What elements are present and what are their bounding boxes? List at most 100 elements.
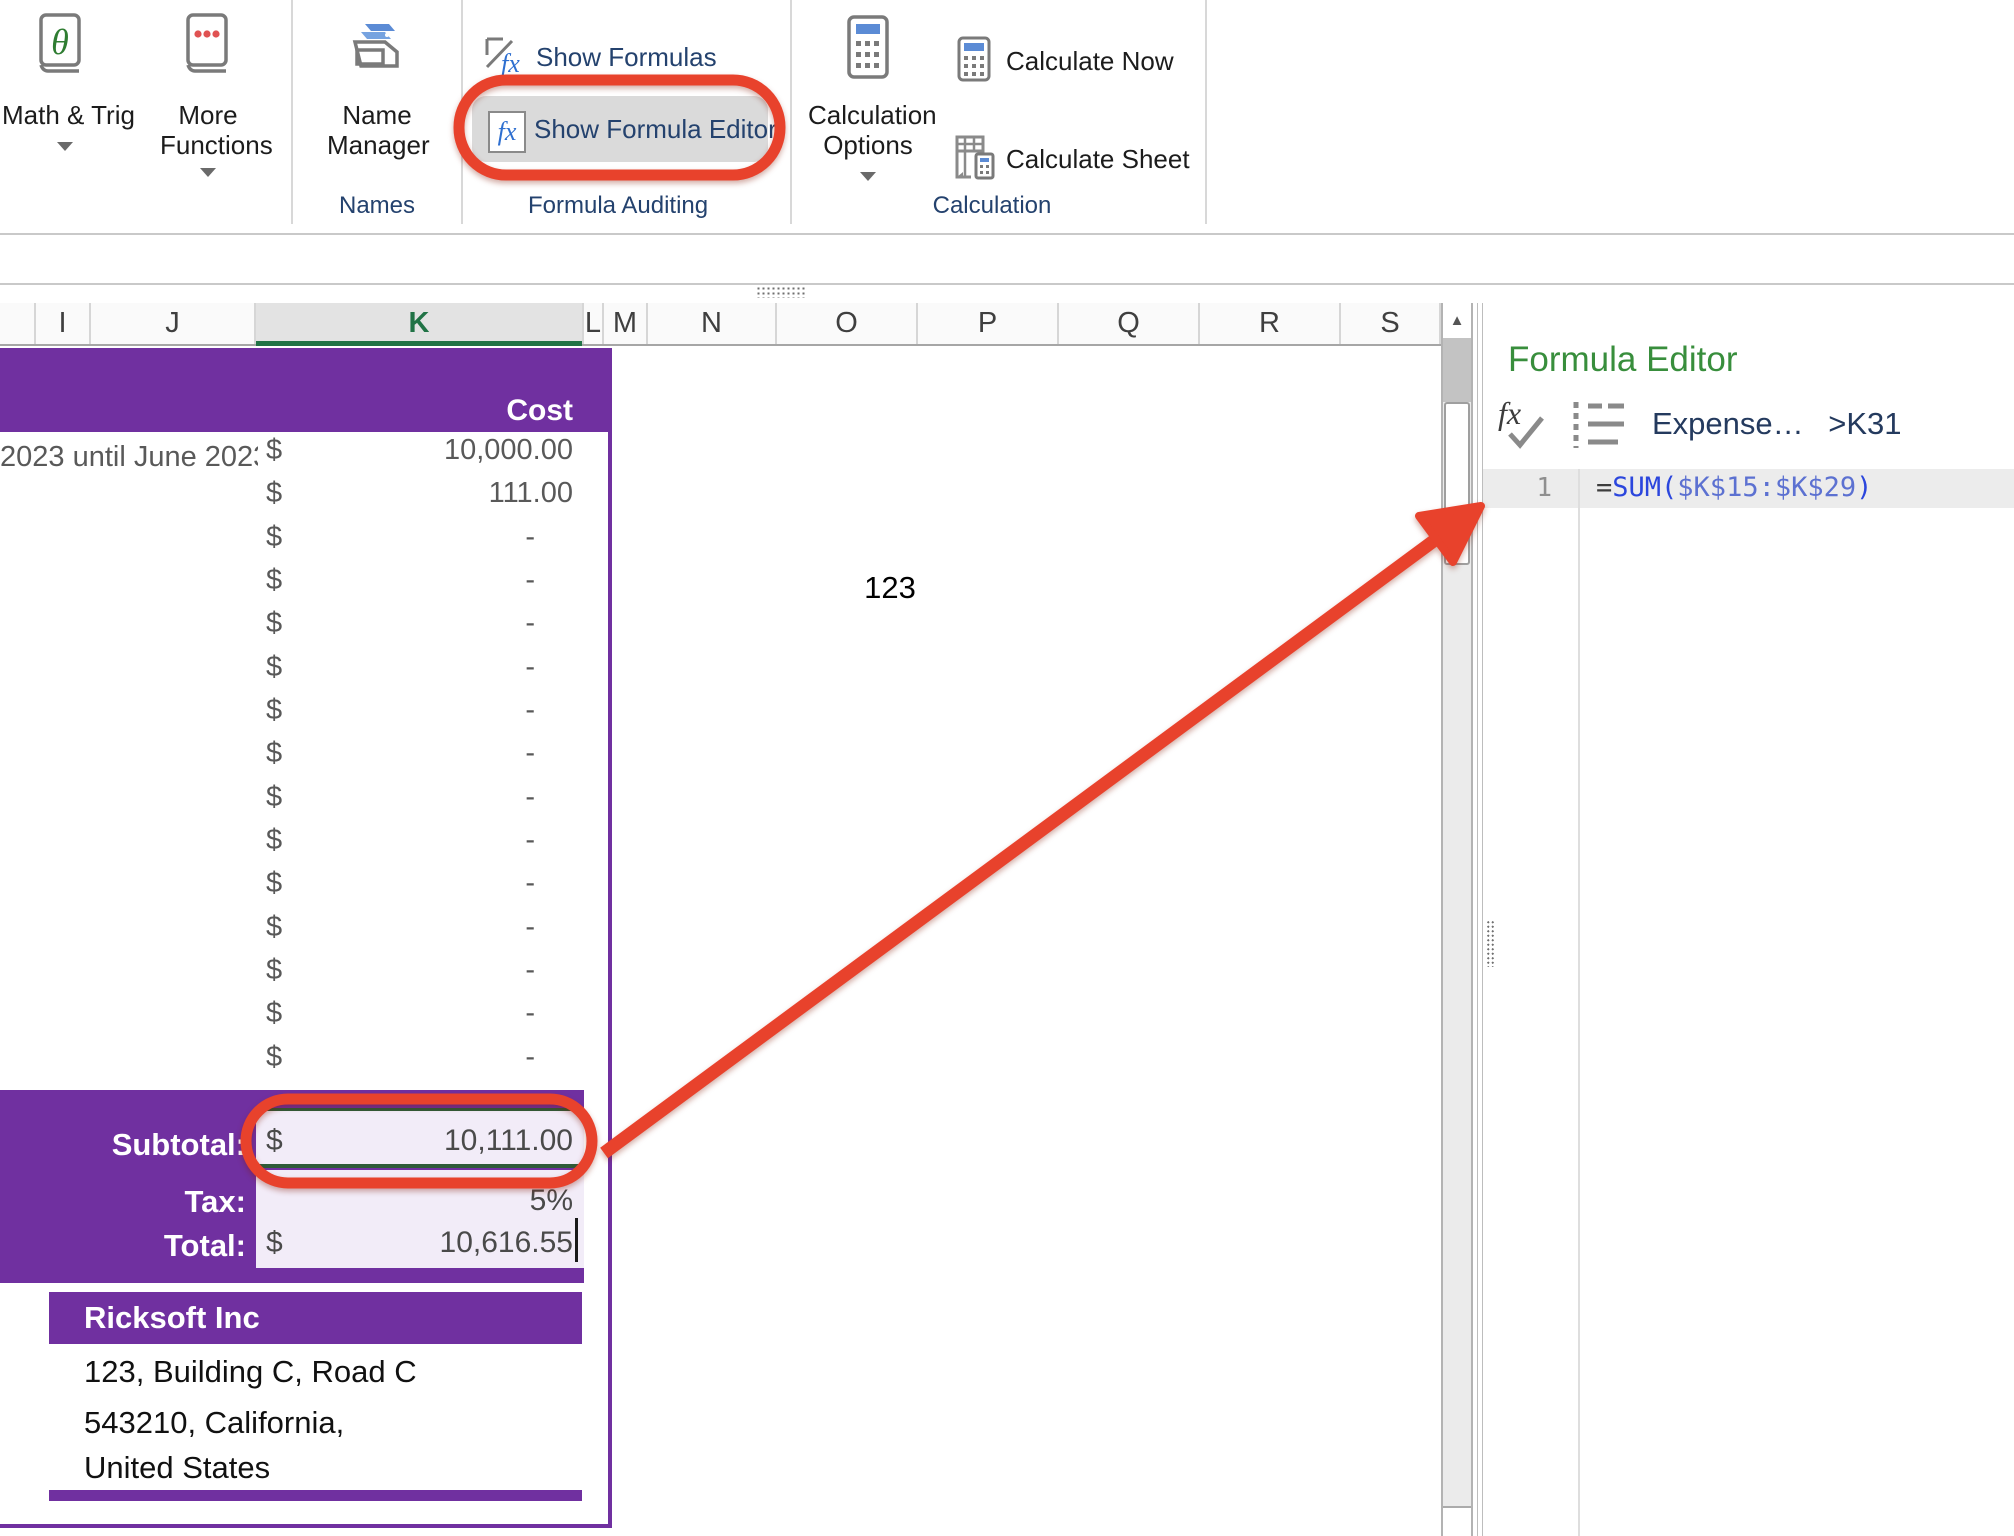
math-trig-icon: θ: [36, 12, 84, 83]
calculation-options-button[interactable]: Calculation Options: [808, 6, 928, 192]
show-formulas-icon: fx: [484, 36, 524, 81]
formula-bar-border: [0, 283, 2014, 285]
row-cost-value: -: [256, 1041, 535, 1074]
scrollbar-thumb[interactable]: [1444, 402, 1470, 565]
column-header-O[interactable]: O: [777, 303, 918, 344]
scrollbar-track-upper[interactable]: [1443, 338, 1471, 402]
tax-label: Tax:: [0, 1184, 246, 1218]
cost-row[interactable]: $-: [0, 911, 612, 954]
calculation-options-icon: [845, 14, 891, 85]
cost-row[interactable]: $10,000.00: [0, 434, 612, 477]
math-trig-button[interactable]: θ Math & Trig: [20, 6, 110, 176]
row-cost-value: -: [256, 607, 535, 640]
cost-row[interactable]: $-: [0, 694, 612, 737]
formula-function: SUM(: [1612, 472, 1677, 503]
show-formulas-button[interactable]: fx Show Formulas: [480, 32, 720, 82]
scrollbar-up-button[interactable]: ▲: [1443, 303, 1471, 340]
sheet-name-truncated: Expense…: [1652, 406, 1804, 441]
show-formula-editor-button[interactable]: fx Show Formula Editor: [472, 96, 768, 162]
cost-row[interactable]: $-: [0, 824, 612, 867]
company-address-line3: United States: [84, 1450, 270, 1486]
name-manager-icon: [351, 16, 403, 77]
cost-row[interactable]: $-: [0, 954, 612, 997]
cost-row[interactable]: $-: [0, 737, 612, 780]
column-header-J[interactable]: J: [91, 303, 256, 344]
panel-divider-line: [1477, 303, 1478, 1536]
ribbon-divider: [1205, 0, 1207, 224]
svg-text:fx: fx: [501, 49, 520, 76]
column-header-N[interactable]: N: [648, 303, 777, 344]
selected-column-underline: [256, 341, 582, 346]
calculate-sheet-button[interactable]: Calculate Sheet: [952, 132, 1192, 184]
formula-cell-reference[interactable]: Expense… >K31: [1652, 406, 1902, 442]
cost-row[interactable]: $-: [0, 997, 612, 1040]
panel-resize-grip[interactable]: [1486, 920, 1495, 967]
formula-bar-grip-handle[interactable]: [756, 286, 806, 298]
formula-gutter-line: [1578, 469, 1580, 1536]
math-trig-dropdown-arrow[interactable]: [57, 142, 73, 151]
formula-editor-title: Formula Editor: [1508, 340, 1738, 380]
scrollbar-bottom-button[interactable]: [1443, 1506, 1471, 1536]
cost-row[interactable]: $-: [0, 521, 612, 564]
column-header-L[interactable]: L: [584, 303, 604, 344]
cost-row[interactable]: $-: [0, 1041, 612, 1084]
more-functions-label-line2: Functions: [160, 130, 256, 161]
svg-text:fx: fx: [1498, 396, 1521, 431]
more-functions-dropdown-arrow[interactable]: [200, 168, 216, 177]
column-header-blank[interactable]: [0, 303, 36, 344]
calculate-sheet-label: Calculate Sheet: [1006, 144, 1190, 175]
calculation-options-dropdown-arrow[interactable]: [860, 172, 876, 181]
calculation-group-label: Calculation: [912, 192, 1072, 220]
address-underline-bar: [49, 1490, 582, 1501]
show-formulas-label: Show Formulas: [536, 42, 717, 73]
column-header-P[interactable]: P: [918, 303, 1059, 344]
company-name: Ricksoft Inc: [84, 1300, 260, 1336]
cost-row[interactable]: $-: [0, 564, 612, 607]
calculate-now-label: Calculate Now: [1006, 46, 1174, 77]
svg-text:θ: θ: [51, 22, 69, 62]
cost-row[interactable]: $111.00: [0, 477, 612, 520]
column-header-S[interactable]: S: [1341, 303, 1441, 344]
calculation-options-label-line1: Calculation: [808, 100, 928, 131]
ribbon-bottom-border: [0, 233, 2014, 235]
cost-row[interactable]: $-: [0, 867, 612, 910]
cost-row[interactable]: $-: [0, 607, 612, 650]
row-cost-value: -: [256, 954, 535, 987]
more-functions-icon: [183, 12, 231, 83]
total-value: 10,616.55: [256, 1226, 573, 1260]
cost-row[interactable]: $-: [0, 651, 612, 694]
cell-reference: >K31: [1828, 406, 1901, 441]
up-arrow-icon: ▲: [1450, 312, 1465, 329]
column-header-I[interactable]: I: [36, 303, 91, 344]
row-cost-value: 10,000.00: [256, 434, 573, 467]
row-cost-value: -: [256, 824, 535, 857]
company-address-line1: 123, Building C, Road C: [84, 1354, 417, 1390]
calculate-now-button[interactable]: Calculate Now: [952, 34, 1182, 86]
fx-check-icon[interactable]: fx: [1496, 396, 1554, 459]
row-cost-value: -: [256, 867, 535, 900]
formula-list-icon[interactable]: [1572, 400, 1628, 455]
row-cost-value: -: [256, 781, 535, 814]
formula-close-paren: ): [1856, 472, 1872, 503]
name-manager-button[interactable]: Name Manager: [327, 6, 427, 176]
row-cost-value: -: [256, 737, 535, 770]
formula-line-number: 1: [1520, 473, 1552, 503]
column-header-Q[interactable]: Q: [1059, 303, 1200, 344]
column-header-K[interactable]: K: [256, 303, 584, 344]
column-header-R[interactable]: R: [1200, 303, 1341, 344]
ribbon-divider: [461, 0, 463, 224]
table-right-border: [608, 430, 612, 1528]
row-cost-value: -: [256, 997, 535, 1030]
vertical-scrollbar[interactable]: ▲: [1441, 303, 1473, 1536]
floating-cell-123[interactable]: 123: [858, 570, 922, 606]
formula-auditing-group-label: Formula Auditing: [528, 192, 708, 220]
more-functions-button[interactable]: More Functions: [160, 6, 256, 186]
row-cost-value: 111.00: [256, 477, 573, 510]
cost-row[interactable]: $-: [0, 781, 612, 824]
calculation-options-label-line2: Options: [808, 130, 928, 161]
show-formula-editor-label: Show Formula Editor: [534, 114, 777, 145]
column-header-M[interactable]: M: [604, 303, 648, 344]
formula-text[interactable]: =SUM($K$15:$K$29): [1596, 472, 1872, 503]
excel-window: θ Math & Trig More Functions: [0, 0, 2014, 1536]
row-cost-value: -: [256, 911, 535, 944]
